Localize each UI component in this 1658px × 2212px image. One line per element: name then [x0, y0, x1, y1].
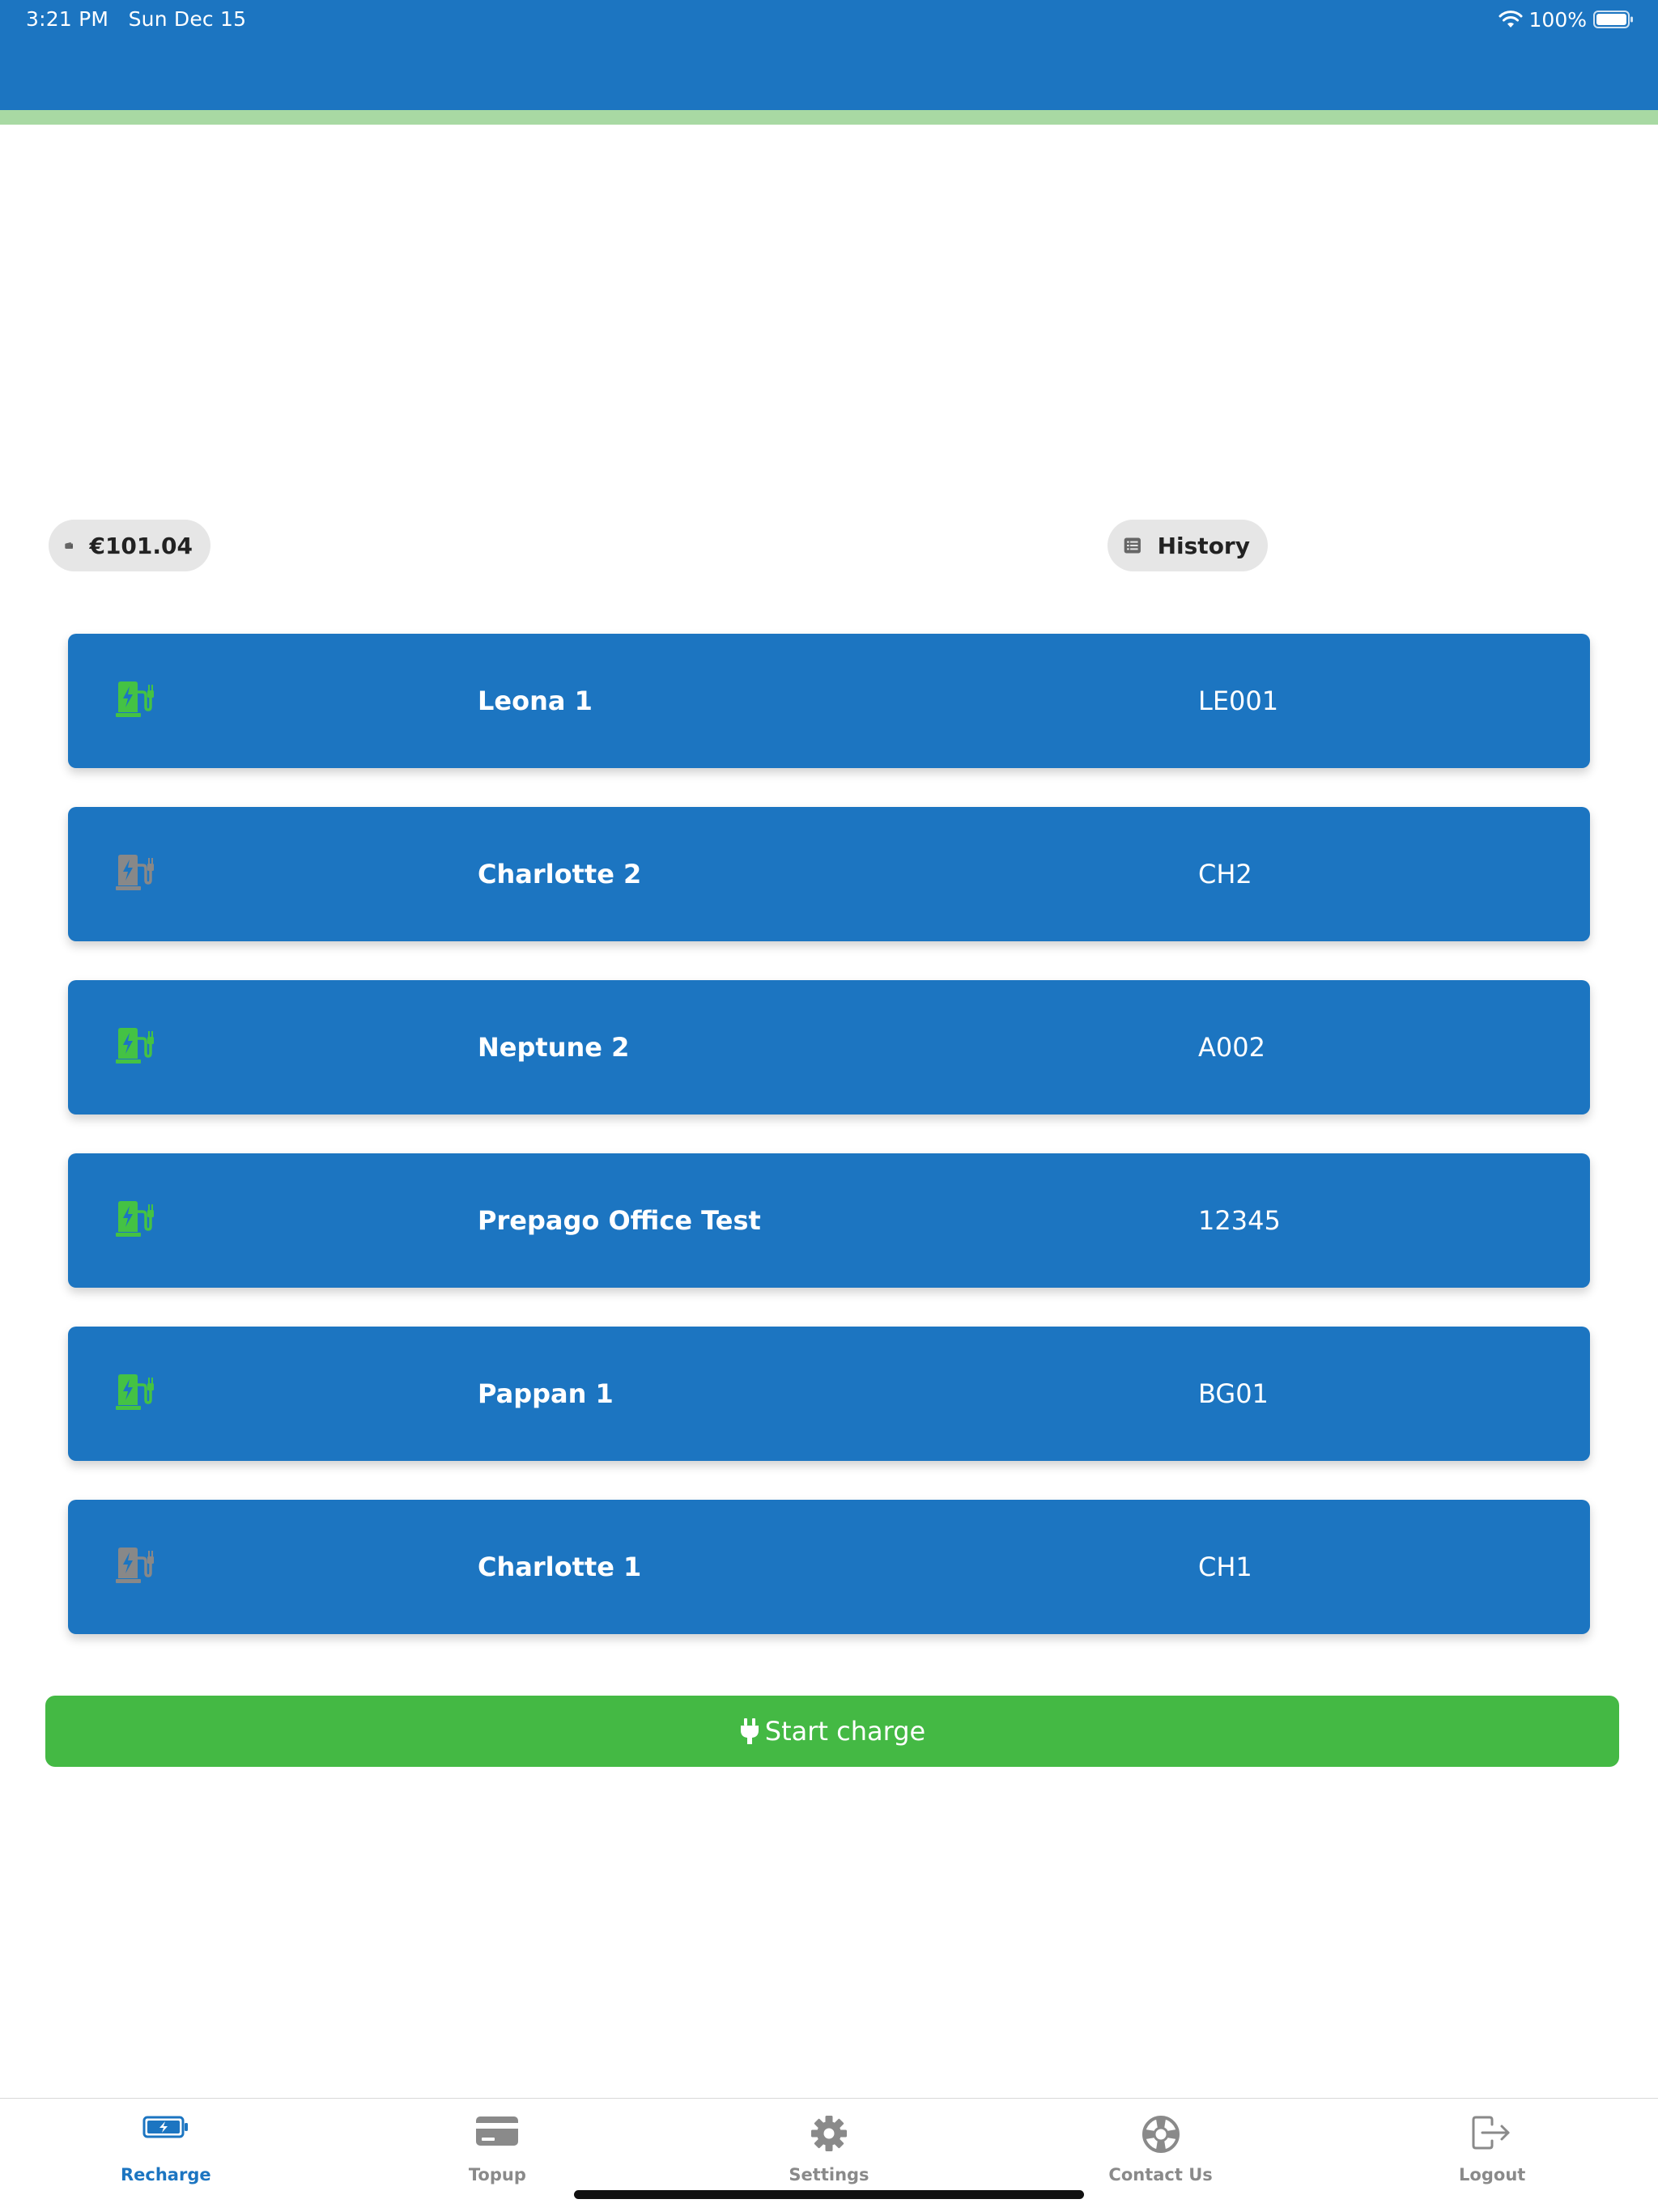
- credit-card-icon: [476, 2116, 519, 2146]
- ev-charger-icon: [116, 1374, 154, 1410]
- battery-icon: [142, 2116, 188, 2138]
- charger-row-ch2[interactable]: Charlotte 2 CH2: [68, 807, 1590, 941]
- start-charge-label: Start charge: [764, 1716, 926, 1747]
- ev-charger-icon: [116, 1028, 154, 1064]
- home-indicator: [574, 2190, 1084, 2199]
- charger-list: Leona 1 LE001 Charlotte 2 CH2 Neptune 2 …: [68, 634, 1590, 1673]
- charger-code: A002: [1198, 1032, 1265, 1063]
- wallet-balance-pill[interactable]: €101.04: [49, 520, 210, 571]
- ev-charger-icon: [116, 681, 154, 717]
- tab-recharge[interactable]: Recharge: [0, 2099, 332, 2184]
- charger-name: Prepago Office Test: [478, 1205, 761, 1236]
- charger-code: CH1: [1198, 1552, 1252, 1582]
- list-icon: [1124, 537, 1141, 554]
- charger-row-a002[interactable]: Neptune 2 A002: [68, 980, 1590, 1114]
- status-time: 3:21 PM Sun Dec 15: [26, 6, 246, 32]
- charger-code: CH2: [1198, 859, 1252, 889]
- app-header: 3:21 PM Sun Dec 15 100%: [0, 0, 1658, 110]
- history-label: History: [1157, 532, 1250, 559]
- gear-icon: [810, 2116, 847, 2151]
- tab-settings[interactable]: Settings: [663, 2099, 995, 2184]
- status-clock: 3:21 PM: [26, 7, 109, 31]
- status-battery-icon: [1593, 11, 1633, 28]
- wifi-icon: [1499, 11, 1523, 28]
- wallet-balance: €101.04: [89, 532, 193, 559]
- tab-label: Topup: [468, 2165, 526, 2184]
- charger-code: 12345: [1198, 1205, 1281, 1236]
- ev-charger-icon: [116, 1201, 154, 1237]
- wallet-icon: [65, 541, 74, 550]
- tab-topup[interactable]: Topup: [332, 2099, 664, 2184]
- logout-icon: [1472, 2116, 1510, 2150]
- tab-contact-us[interactable]: Contact Us: [995, 2099, 1327, 2184]
- tab-label: Settings: [789, 2165, 869, 2184]
- charger-name: Pappan 1: [478, 1378, 614, 1409]
- charger-row-12345[interactable]: Prepago Office Test 12345: [68, 1153, 1590, 1288]
- charger-name: Leona 1: [478, 686, 593, 716]
- status-indicators: 100%: [1499, 6, 1634, 32]
- battery-percent: 100%: [1528, 7, 1587, 32]
- header-accent-strip: [0, 110, 1658, 125]
- charger-name: Charlotte 1: [478, 1552, 642, 1582]
- charger-row-le001[interactable]: Leona 1 LE001: [68, 634, 1590, 768]
- tab-label: Recharge: [120, 2165, 211, 2184]
- charger-code: BG01: [1198, 1378, 1269, 1409]
- charger-name: Charlotte 2: [478, 859, 642, 889]
- history-button[interactable]: History: [1107, 520, 1268, 571]
- ev-charger-icon: [116, 855, 154, 890]
- charger-row-ch1[interactable]: Charlotte 1 CH1: [68, 1500, 1590, 1634]
- status-date: Sun Dec 15: [128, 7, 247, 31]
- lifebuoy-icon: [1141, 2116, 1180, 2153]
- ev-charger-icon: [116, 1548, 154, 1583]
- charger-row-bg01[interactable]: Pappan 1 BG01: [68, 1327, 1590, 1461]
- tab-logout[interactable]: Logout: [1326, 2099, 1658, 2184]
- tab-label: Contact Us: [1108, 2165, 1213, 2184]
- tab-label: Logout: [1459, 2165, 1526, 2184]
- charger-name: Neptune 2: [478, 1032, 630, 1063]
- plug-icon: [740, 1718, 759, 1744]
- charger-code: LE001: [1198, 686, 1279, 716]
- start-charge-button[interactable]: Start charge: [45, 1696, 1619, 1767]
